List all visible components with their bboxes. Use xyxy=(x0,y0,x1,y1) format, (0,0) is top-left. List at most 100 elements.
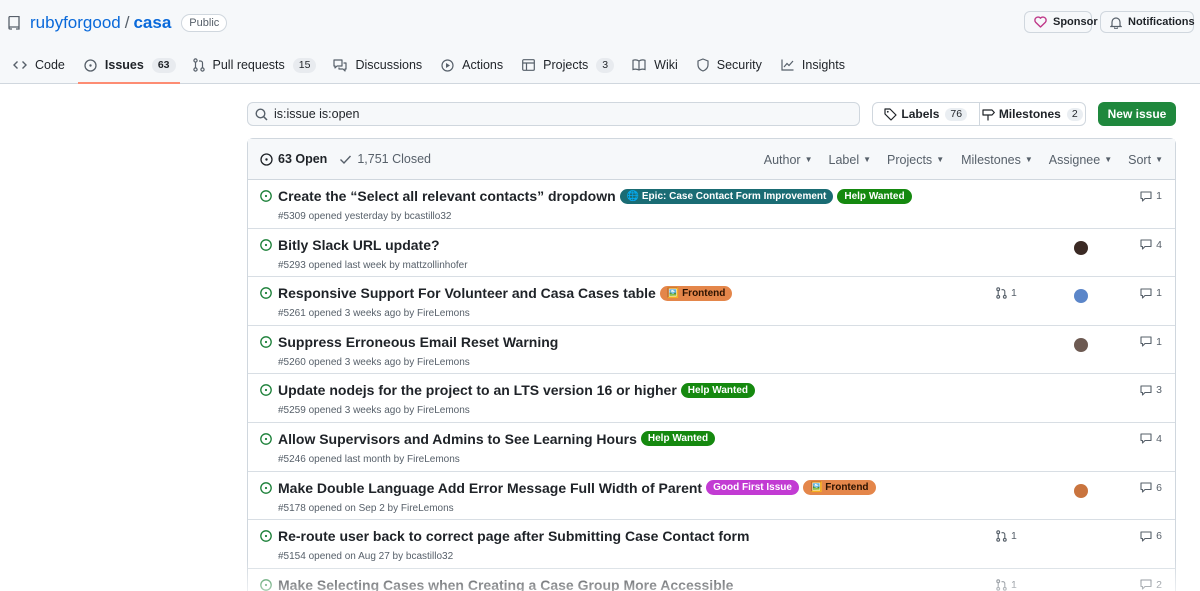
issue-title-link[interactable]: Re-route user back to correct page after… xyxy=(278,528,749,544)
labels-milestones-group: Labels 76 Milestones 2 xyxy=(872,102,1086,126)
issue-meta: #5154 opened on Aug 27 by bcastillo32 xyxy=(278,551,454,563)
assignee-avatar[interactable] xyxy=(1074,240,1088,255)
comments-link[interactable]: 4 xyxy=(1140,433,1162,445)
repo-title: rubyforgood / casa Public xyxy=(8,12,228,34)
new-issue-button[interactable]: New issue xyxy=(1098,102,1176,126)
closed-issues-link[interactable]: 1,751 Closed xyxy=(339,152,431,166)
labels-label: Labels xyxy=(901,107,940,121)
comments-link[interactable]: 1 xyxy=(1140,287,1162,299)
caret-down-icon: ▼ xyxy=(863,155,872,164)
issue-title-line: Bitly Slack URL update? xyxy=(278,237,440,253)
issue-row[interactable]: Update nodejs for the project to an LTS … xyxy=(248,374,1175,423)
filter-label: Milestones xyxy=(961,152,1021,167)
comments-link[interactable]: 3 xyxy=(1140,384,1162,396)
issue-title-link[interactable]: Create the “Select all relevant contacts… xyxy=(278,188,616,204)
issue-title-link[interactable]: Update nodejs for the project to an LTS … xyxy=(278,382,677,398)
issue-title-link[interactable]: Suppress Erroneous Email Reset Warning xyxy=(278,334,558,350)
shield-icon xyxy=(697,58,709,72)
filter-label: Label xyxy=(828,152,860,167)
label-filter[interactable]: Label ▼ xyxy=(829,153,872,167)
open-issues-link[interactable]: 63 Open xyxy=(260,152,327,166)
tab-code[interactable]: Code xyxy=(13,52,65,83)
tab-issues[interactable]: Issues 63 xyxy=(77,52,180,84)
labels-button[interactable]: Labels 76 xyxy=(873,103,979,125)
issue-title-line: Suppress Erroneous Email Reset Warning xyxy=(278,334,558,350)
issue-open-icon xyxy=(260,433,272,445)
notifications-button[interactable]: Notifications xyxy=(1100,11,1195,33)
comments-link[interactable]: 1 xyxy=(1140,336,1162,348)
sort-filter[interactable]: Sort ▼ xyxy=(1128,153,1163,167)
help-wanted-label[interactable]: Help Wanted xyxy=(680,382,755,398)
comments-link[interactable]: 4 xyxy=(1140,239,1162,251)
comment-icon xyxy=(1140,336,1152,347)
tab-pull-requests[interactable]: Pull requests 15 xyxy=(192,52,317,83)
issue-row[interactable]: Make Selecting Cases when Creating a Cas… xyxy=(248,569,1175,591)
play-icon xyxy=(441,58,454,72)
comment-count: 2 xyxy=(1156,578,1162,591)
linked-pull-requests[interactable]: 1 xyxy=(996,287,1017,299)
issue-row[interactable]: Responsive Support For Volunteer and Cas… xyxy=(248,277,1175,326)
comments-link[interactable]: 2 xyxy=(1140,579,1162,591)
milestones-filter[interactable]: Milestones ▼ xyxy=(961,153,1033,167)
caret-down-icon: ▼ xyxy=(1104,155,1113,164)
projects-filter[interactable]: Projects ▼ xyxy=(887,153,944,167)
linked-pull-requests[interactable]: 1 xyxy=(996,530,1017,542)
linked-pull-requests[interactable]: 1 xyxy=(996,579,1017,591)
issue-meta: #5246 opened last month by FireLemons xyxy=(278,453,460,465)
comments-link[interactable]: 6 xyxy=(1140,530,1162,542)
tab-wiki[interactable]: Wiki xyxy=(632,52,678,83)
issue-row[interactable]: Bitly Slack URL update? #5293 opened last… xyxy=(248,229,1175,278)
good-first-issue-label[interactable]: Good First Issue xyxy=(706,480,799,496)
tab-actions[interactable]: Actions xyxy=(441,52,503,83)
issue-title-link[interactable]: Make Double Language Add Error Message F… xyxy=(278,480,702,496)
issue-row[interactable]: Make Double Language Add Error Message F… xyxy=(248,472,1175,521)
frontend-label[interactable]: 🖼️ Frontend xyxy=(659,285,733,301)
tab-security[interactable]: Security xyxy=(697,52,762,83)
issue-row[interactable]: Allow Supervisors and Admins to See Lear… xyxy=(248,423,1175,472)
tab-count: 3 xyxy=(596,58,615,73)
issue-title-link[interactable]: Allow Supervisors and Admins to See Lear… xyxy=(278,431,637,447)
issue-row[interactable]: Re-route user back to correct page after… xyxy=(248,520,1175,569)
milestones-count: 2 xyxy=(1066,107,1083,121)
caret-down-icon: ▼ xyxy=(936,155,945,164)
repo-separator: / xyxy=(124,13,130,32)
issue-title-link[interactable]: Make Selecting Cases when Creating a Cas… xyxy=(278,577,733,591)
visibility-badge: Public xyxy=(181,14,228,32)
help-wanted-label[interactable]: Help Wanted xyxy=(640,431,716,447)
frontend-label[interactable]: 🖼️ Frontend xyxy=(802,480,876,496)
comment-icon xyxy=(1140,288,1152,299)
issue-title-link[interactable]: Responsive Support For Volunteer and Cas… xyxy=(278,285,656,301)
comment-count: 3 xyxy=(1156,384,1162,397)
issue-open-icon xyxy=(260,238,272,251)
repo-owner-link[interactable]: rubyforgood xyxy=(30,13,121,33)
tab-insights[interactable]: Insights xyxy=(781,52,845,83)
comments-link[interactable]: 6 xyxy=(1140,482,1162,494)
tab-discussions[interactable]: Discussions xyxy=(333,52,422,83)
repo-name-link[interactable]: casa xyxy=(133,13,171,33)
issue-row[interactable]: Suppress Erroneous Email Reset Warning #5… xyxy=(248,326,1175,375)
issue-search-input[interactable]: is:issue is:open xyxy=(247,102,860,126)
issue-open-icon xyxy=(260,335,272,348)
milestones-button[interactable]: Milestones 2 xyxy=(978,103,1086,125)
comments-link[interactable]: 1 xyxy=(1140,190,1162,202)
comment-discussion-icon xyxy=(333,58,348,72)
author-filter[interactable]: Author ▼ xyxy=(764,153,813,167)
issue-title-line: Responsive Support For Volunteer and Cas… xyxy=(278,285,733,301)
issue-title-line: Create the “Select all relevant contacts… xyxy=(278,188,912,204)
tab-projects[interactable]: Projects 3 xyxy=(522,52,615,83)
assignee-filter[interactable]: Assignee ▼ xyxy=(1049,153,1112,167)
assignee-avatar[interactable] xyxy=(1074,483,1088,498)
assignee-avatar[interactable] xyxy=(1074,337,1088,352)
help-wanted-label[interactable]: Help Wanted xyxy=(837,188,912,204)
comment-count: 4 xyxy=(1156,238,1162,251)
issue-meta: #5259 opened 3 weeks ago by FireLemons xyxy=(278,405,470,417)
assignee-avatar[interactable] xyxy=(1074,289,1088,304)
issue-row[interactable]: Create the “Select all relevant contacts… xyxy=(248,180,1175,229)
repo-header: rubyforgood / casa Public Sponsor Notifi… xyxy=(0,0,1200,84)
epic-label[interactable]: 🌐 Epic: Case Contact Form Improvement xyxy=(619,188,834,204)
sponsor-button[interactable]: Sponsor xyxy=(1024,11,1098,33)
heart-icon xyxy=(1034,16,1047,28)
issue-title-link[interactable]: Bitly Slack URL update? xyxy=(278,237,440,253)
repo-icon xyxy=(8,15,22,31)
comment-icon xyxy=(1140,239,1152,250)
